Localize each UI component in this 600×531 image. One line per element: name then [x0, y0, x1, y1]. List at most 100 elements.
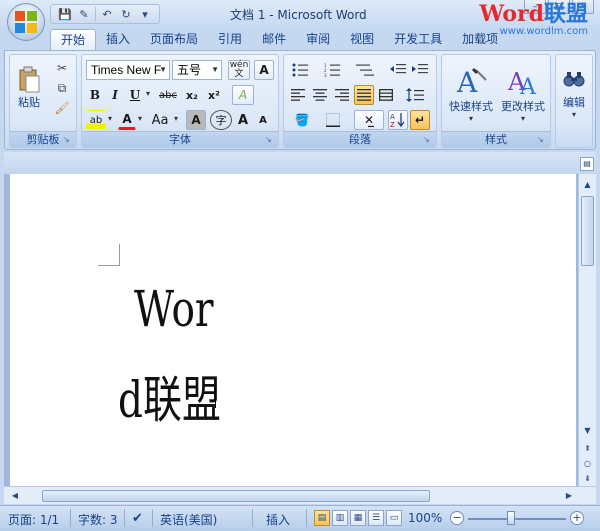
status-word-count[interactable]: 字数: 3 [78, 511, 118, 528]
browse-object-icon[interactable]: ○ [580, 457, 595, 471]
zoom-out-icon[interactable]: − [450, 511, 464, 525]
scroll-right-icon[interactable]: ▶ [562, 489, 576, 503]
bullets-button[interactable] [288, 60, 316, 80]
paste-label: 粘贴 [18, 96, 40, 109]
format-icon[interactable]: ✎ [76, 6, 92, 22]
document-page[interactable]: Wor d联盟 [10, 174, 576, 486]
redo-icon[interactable]: ↻ [118, 6, 134, 22]
asian-layout-button[interactable]: ✕̲ [354, 110, 384, 130]
status-zoom-level[interactable]: 100% [408, 511, 442, 525]
outline-view-icon[interactable]: ☰ [368, 510, 384, 526]
numbered-list-icon: 1 2 3 [324, 63, 340, 77]
editing-button[interactable]: 编辑 ▾ [558, 58, 590, 130]
italic-button[interactable]: I [106, 85, 124, 105]
borders-button[interactable] [320, 110, 348, 130]
status-language[interactable]: 英语(美国) [160, 511, 217, 528]
quick-styles-chevron-icon: ▾ [468, 113, 473, 123]
change-case-chevron-icon[interactable]: ▾ [174, 114, 178, 123]
tab-insert[interactable]: 插入 [96, 29, 140, 50]
font-color-button[interactable]: A [118, 110, 136, 130]
cut-button[interactable]: ✂ [52, 59, 72, 77]
font-color-chevron-icon[interactable]: ▾ [138, 114, 142, 123]
vertical-scrollbar[interactable]: ▲ ▼ ⇞ ○ ⇟ [578, 174, 596, 486]
zoom-slider-track[interactable] [468, 518, 566, 520]
sort-button[interactable]: AZ [388, 110, 408, 130]
change-styles-button[interactable]: A A 更改样式 ▾ [498, 58, 548, 130]
print-layout-view-icon[interactable]: ▤ [314, 510, 330, 526]
save-icon[interactable]: 💾 [57, 6, 73, 22]
font-name-combo[interactable]: Times New F ▼ [86, 60, 170, 80]
ruler-toggle-icon[interactable]: ▤ [580, 157, 594, 171]
tab-mailings[interactable]: 邮件 [252, 29, 296, 50]
copy-icon: ⧉ [57, 80, 67, 95]
distributed-button[interactable] [376, 85, 396, 105]
status-insert-mode[interactable]: 插入 [266, 511, 290, 528]
scroll-up-icon[interactable]: ▲ [580, 178, 595, 192]
highlight-chevron-icon[interactable]: ▾ [108, 114, 112, 123]
draft-view-icon[interactable]: ▭ [386, 510, 402, 526]
tab-developer[interactable]: 开发工具 [384, 29, 452, 50]
enclose-char-button[interactable]: 字 [210, 110, 232, 130]
ribbon: 粘贴 ✂ ⧉ 🖌 剪贴板 ↘ Times New F ▼ 五号 ▼ wén 文 … [4, 50, 596, 150]
grow-font-button[interactable]: A [234, 110, 252, 130]
previous-page-icon[interactable]: ⇞ [580, 442, 595, 456]
superscript-button[interactable]: x² [204, 85, 224, 105]
office-button[interactable] [7, 3, 45, 41]
underline-button[interactable]: U [126, 85, 144, 105]
horizontal-scrollbar[interactable]: ◀ ▶ [4, 486, 596, 504]
undo-icon[interactable]: ↶ [99, 6, 115, 22]
clear-formatting-button[interactable]: A [232, 85, 254, 105]
copy-button[interactable]: ⧉ [52, 79, 72, 97]
tab-home[interactable]: 开始 [50, 29, 97, 50]
numbering-button[interactable]: 1 2 3 [320, 60, 348, 80]
tab-review[interactable]: 审阅 [296, 29, 340, 50]
font-size-combo[interactable]: 五号 ▼ [172, 60, 222, 80]
next-page-icon[interactable]: ⇟ [580, 472, 595, 486]
vertical-scroll-thumb[interactable] [581, 196, 594, 266]
web-layout-view-icon[interactable]: ▦ [350, 510, 366, 526]
quick-styles-button[interactable]: A 快速样式 ▾ [446, 58, 496, 130]
strikethrough-button[interactable]: abc [156, 85, 180, 105]
styles-launcher-icon[interactable]: ↘ [537, 135, 547, 145]
increase-indent-button[interactable] [410, 60, 430, 80]
zoom-in-icon[interactable]: + [570, 511, 584, 525]
zoom-slider-thumb[interactable] [507, 511, 515, 525]
align-center-button[interactable] [310, 85, 330, 105]
shading-button[interactable]: 🪣 [288, 110, 316, 130]
justify-button[interactable] [354, 85, 374, 105]
full-screen-reading-view-icon[interactable]: ▥ [332, 510, 348, 526]
status-page[interactable]: 页面: 1/1 [8, 511, 59, 528]
tab-page-layout[interactable]: 页面布局 [140, 29, 208, 50]
underline-chevron-icon[interactable]: ▾ [146, 89, 150, 98]
paste-button[interactable]: 粘贴 [14, 59, 44, 117]
subscript-button[interactable]: x₂ [182, 85, 202, 105]
shrink-font-button[interactable]: A [254, 110, 272, 130]
change-case-button[interactable]: Aa [148, 110, 172, 130]
scroll-down-icon[interactable]: ▼ [580, 424, 595, 438]
window-title: 文档 1 - Microsoft Word [230, 8, 367, 22]
tab-view[interactable]: 视图 [340, 29, 384, 50]
highlight-button[interactable]: ab [86, 110, 106, 130]
char-border-button[interactable]: A [254, 60, 274, 80]
scroll-left-icon[interactable]: ◀ [8, 489, 22, 503]
tab-references[interactable]: 引用 [208, 29, 252, 50]
bold-button[interactable]: B [86, 85, 104, 105]
multilevel-list-button[interactable] [352, 60, 380, 80]
document-text-line-1[interactable]: Wor [134, 280, 214, 338]
decrease-indent-icon [390, 64, 406, 74]
horizontal-scroll-thumb[interactable] [42, 490, 430, 502]
format-painter-button[interactable]: 🖌 [52, 99, 72, 117]
clipboard-launcher-icon[interactable]: ↘ [63, 135, 73, 145]
line-spacing-button[interactable] [402, 85, 430, 105]
document-text-line-2[interactable]: d联盟 [118, 360, 221, 432]
char-shading-button[interactable]: A [186, 110, 206, 130]
paragraph-launcher-icon[interactable]: ↘ [423, 135, 433, 145]
font-launcher-icon[interactable]: ↘ [265, 135, 275, 145]
proofing-icon[interactable]: ✔ [132, 511, 143, 526]
decrease-indent-button[interactable] [388, 60, 408, 80]
phonetic-guide-button[interactable]: wén 文 [228, 60, 250, 80]
align-right-button[interactable] [332, 85, 352, 105]
customize-qat-icon[interactable]: ▾ [137, 6, 153, 22]
align-left-button[interactable] [288, 85, 308, 105]
show-marks-button[interactable]: ↵ [410, 110, 430, 130]
